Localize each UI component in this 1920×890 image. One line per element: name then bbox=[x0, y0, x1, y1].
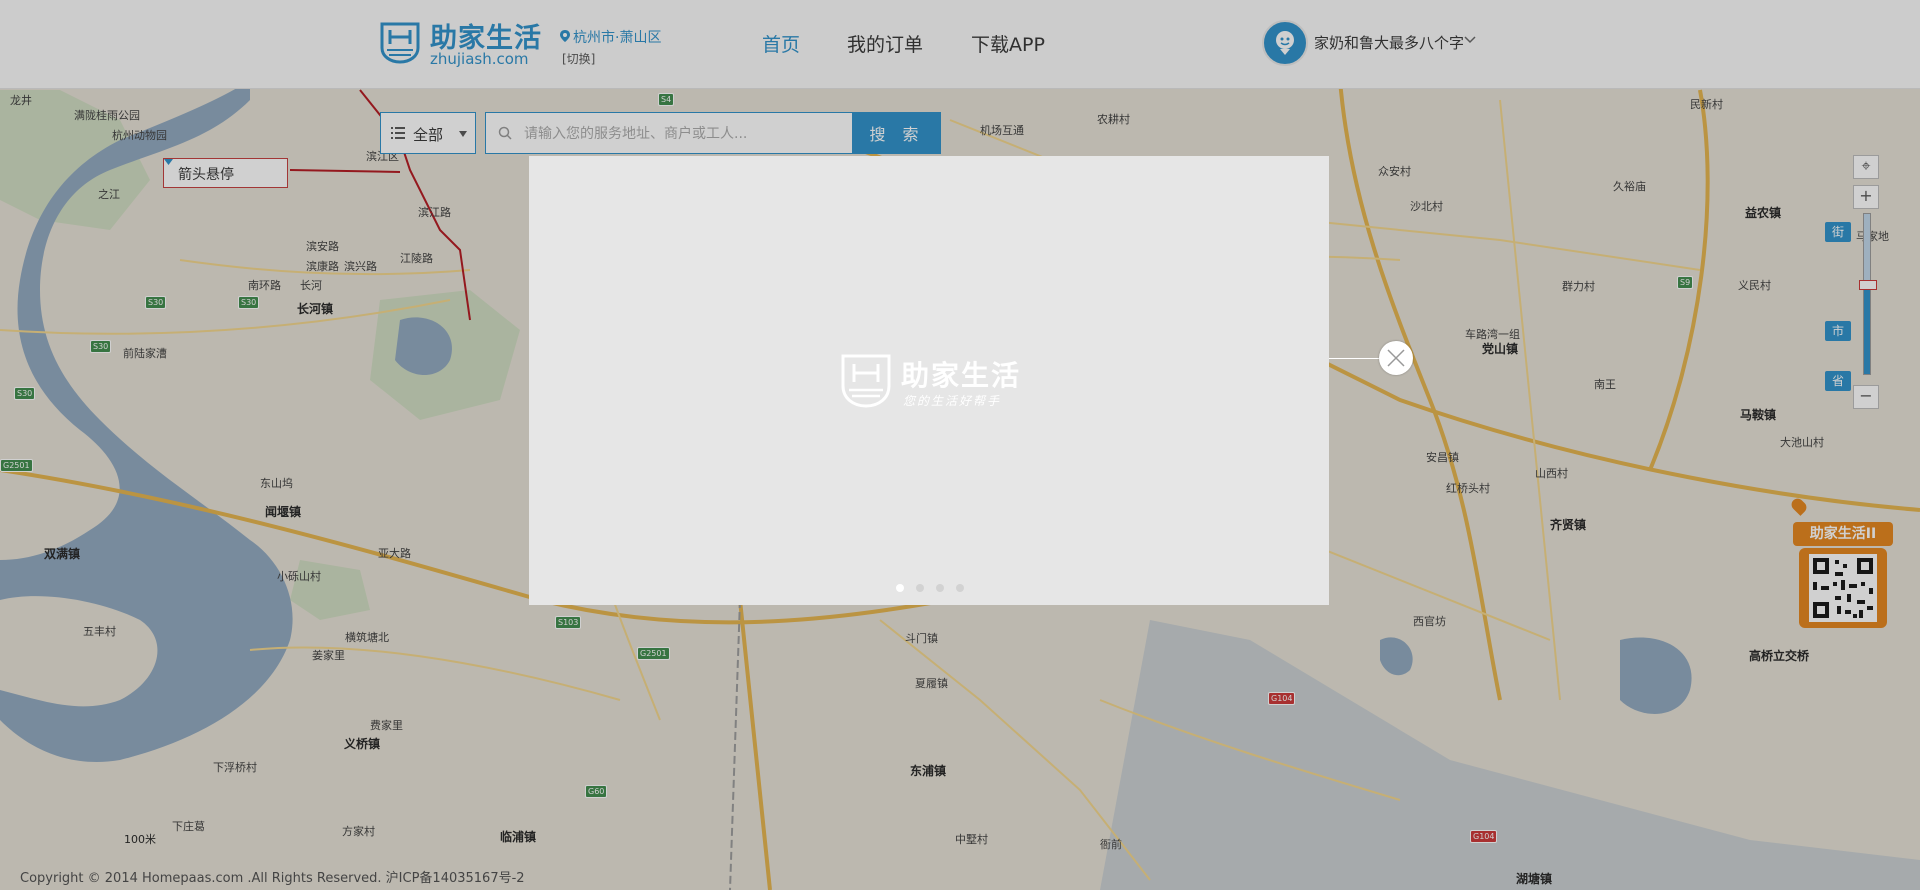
carousel-indicators bbox=[896, 584, 976, 594]
carousel-dot[interactable] bbox=[916, 584, 924, 592]
close-icon bbox=[1387, 349, 1405, 367]
carousel-dot[interactable] bbox=[956, 584, 964, 592]
logo-icon bbox=[841, 354, 891, 408]
modal-title: 助家生活 bbox=[901, 359, 1022, 392]
close-connector bbox=[1329, 358, 1379, 359]
copyright-text: Copyright © 2014 Homepaas.com .All Right… bbox=[20, 871, 525, 886]
modal-slogan: 您的生活好帮手 bbox=[903, 394, 1002, 408]
promo-carousel-modal: 助家生活 您的生活好帮手 bbox=[529, 156, 1329, 605]
carousel-dot[interactable] bbox=[896, 584, 904, 592]
carousel-dot[interactable] bbox=[936, 584, 944, 592]
close-button[interactable] bbox=[1379, 341, 1413, 375]
